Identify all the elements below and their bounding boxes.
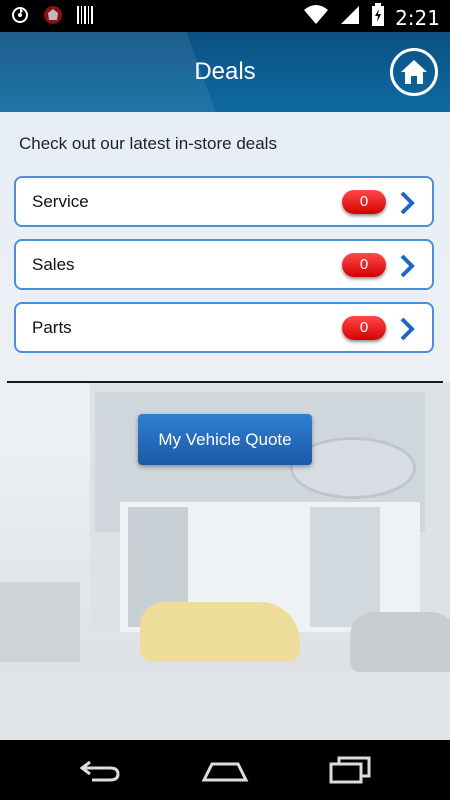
deal-row-service[interactable]: Service 0 xyxy=(14,176,434,227)
battery-icon xyxy=(371,3,385,32)
sync-icon xyxy=(10,5,30,30)
divider xyxy=(7,381,443,383)
recents-button[interactable] xyxy=(320,754,380,786)
deal-label: Service xyxy=(32,192,89,211)
background-truck xyxy=(0,582,80,662)
intro-text: Check out our latest in-store deals xyxy=(19,134,277,153)
deal-row-parts[interactable]: Parts 0 xyxy=(14,302,434,353)
status-bar: 2:21 xyxy=(0,0,450,32)
page-title: Deals xyxy=(194,58,256,85)
chevron-right-icon xyxy=(400,254,415,278)
home-button[interactable] xyxy=(390,48,438,96)
status-right-icons: 2:21 xyxy=(303,3,440,32)
background-car xyxy=(350,612,450,672)
app-icon xyxy=(42,4,64,31)
count-badge: 0 xyxy=(342,253,386,277)
home-icon xyxy=(401,60,427,84)
status-time: 2:21 xyxy=(395,5,440,30)
back-icon xyxy=(79,760,120,782)
signal-icon xyxy=(339,4,361,31)
chevron-right-icon xyxy=(400,317,415,341)
count-badge: 0 xyxy=(342,190,386,214)
home-nav-icon xyxy=(201,762,249,782)
back-button[interactable] xyxy=(70,754,130,786)
deal-label: Sales xyxy=(32,255,75,274)
barcode-icon xyxy=(76,4,94,31)
deal-label: Parts xyxy=(32,318,72,337)
system-nav-bar xyxy=(0,740,450,800)
app-header: Deals xyxy=(0,32,450,112)
count-badge: 0 xyxy=(342,316,386,340)
status-left-icons xyxy=(10,4,94,31)
my-vehicle-quote-button[interactable]: My Vehicle Quote xyxy=(138,414,312,465)
home-nav-button[interactable] xyxy=(195,754,255,786)
recents-icon xyxy=(329,756,371,784)
wifi-icon xyxy=(303,4,329,31)
content-area: Check out our latest in-store deals Serv… xyxy=(0,112,450,740)
background-car xyxy=(140,602,300,662)
background-ground xyxy=(0,672,450,740)
background-window xyxy=(310,507,380,627)
chevron-right-icon xyxy=(400,191,415,215)
deal-row-sales[interactable]: Sales 0 xyxy=(14,239,434,290)
